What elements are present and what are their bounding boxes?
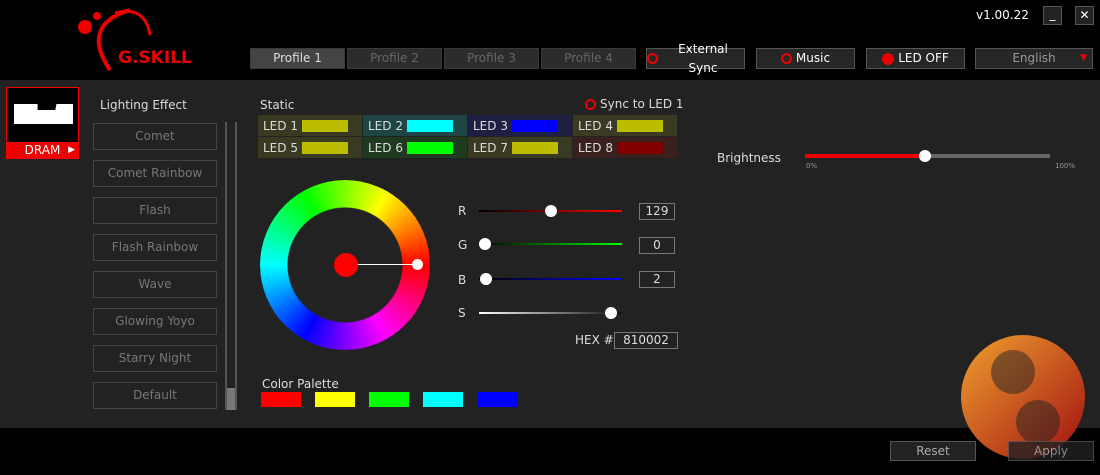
led-3-button[interactable]: LED 3 [468, 115, 572, 136]
effect-glowing-yoyo[interactable]: Glowing Yoyo [93, 308, 217, 335]
device-dram[interactable]: DRAM ▶ [6, 87, 79, 159]
external-sync-button[interactable]: External Sync [646, 42, 745, 75]
hex-input[interactable]: 810002 [614, 332, 678, 349]
s-label: S [458, 306, 466, 320]
led-8-button[interactable]: LED 8 [573, 137, 677, 158]
sync-to-led1-radio[interactable]: Sync to LED 1 [585, 97, 684, 111]
static-title: Static [260, 98, 295, 112]
radio-filled-icon [882, 52, 895, 65]
reset-button[interactable]: Reset [890, 441, 976, 461]
led-color-swatch [302, 119, 348, 132]
music-button[interactable]: Music [756, 48, 855, 69]
led-label: LED 1 [263, 118, 298, 133]
color-wheel-center [334, 253, 358, 277]
palette-swatch[interactable] [423, 392, 463, 407]
r-slider-handle[interactable] [545, 205, 557, 217]
chevron-down-icon: ▼ [1080, 53, 1087, 63]
hex-label: HEX # [575, 333, 614, 347]
effect-comet[interactable]: Comet [93, 123, 217, 150]
led-label: LED 7 [473, 140, 508, 155]
radio-icon [585, 98, 596, 110]
close-button[interactable]: ✕ [1075, 6, 1094, 25]
language-value: English [1012, 51, 1056, 65]
led-6-button[interactable]: LED 6 [363, 137, 467, 158]
led-color-swatch [302, 141, 348, 154]
s-slider[interactable] [479, 312, 622, 314]
palette-swatch[interactable] [261, 392, 301, 407]
led-color-swatch [617, 141, 663, 154]
led-label: LED 2 [368, 118, 403, 133]
brightness-label: Brightness [717, 151, 781, 165]
palette-swatch[interactable] [369, 392, 409, 407]
b-slider[interactable] [479, 278, 622, 280]
color-palette-title: Color Palette [262, 377, 339, 391]
brightness-slider-handle[interactable] [919, 150, 932, 162]
led-color-swatch [407, 141, 453, 154]
r-label: R [458, 204, 467, 218]
g-slider-handle[interactable] [479, 238, 491, 250]
b-value-input[interactable]: 2 [639, 271, 675, 288]
s-slider-handle[interactable] [604, 307, 617, 319]
led-5-button[interactable]: LED 5 [258, 137, 362, 158]
external-sync-label: External Sync [678, 41, 728, 75]
effect-default[interactable]: Default [93, 382, 217, 409]
led-color-swatch [512, 119, 558, 132]
led-label: LED 3 [473, 118, 508, 133]
led-7-button[interactable]: LED 7 [468, 137, 572, 158]
b-label: B [458, 273, 467, 287]
tab-profile-3[interactable]: Profile 3 [444, 48, 539, 69]
led-color-swatch [407, 119, 453, 132]
lighting-effect-title: Lighting Effect [100, 98, 187, 112]
led-2-button[interactable]: LED 2 [363, 115, 467, 136]
effect-wave[interactable]: Wave [93, 271, 217, 298]
led-label: LED 8 [578, 140, 613, 155]
tab-profile-4[interactable]: Profile 4 [541, 48, 636, 69]
led-color-swatch [512, 141, 558, 154]
radio-icon [780, 53, 792, 64]
led-off-button[interactable]: LED OFF [866, 48, 965, 69]
dram-icon [14, 104, 73, 124]
b-slider-handle[interactable] [480, 273, 492, 285]
effects-scrollbar[interactable] [225, 122, 237, 410]
g-slider[interactable] [479, 243, 622, 245]
effect-starry-night[interactable]: Starry Night [93, 345, 217, 372]
apply-button[interactable]: Apply [1008, 441, 1094, 461]
sync-label: Sync to LED 1 [600, 97, 684, 111]
gskill-logo: G.SKILL [70, 5, 215, 75]
r-value-input[interactable]: 129 [639, 203, 675, 220]
led-label: LED 5 [263, 140, 298, 155]
tab-profile-2[interactable]: Profile 2 [347, 48, 442, 69]
radio-icon [647, 53, 658, 64]
music-label: Music [795, 51, 831, 65]
device-label: DRAM [24, 143, 61, 157]
led-4-button[interactable]: LED 4 [573, 115, 677, 136]
g-value-input[interactable]: 0 [639, 237, 675, 254]
palette-swatch[interactable] [477, 392, 517, 407]
language-select[interactable]: English ▼ [975, 48, 1093, 69]
led-label: LED 4 [578, 118, 613, 133]
palette-swatch[interactable] [315, 392, 355, 407]
tab-profile-1[interactable]: Profile 1 [250, 48, 345, 69]
led-label: LED 6 [368, 140, 403, 155]
color-wheel-handle[interactable] [412, 259, 423, 270]
brightness-max: 100% [1055, 162, 1076, 170]
led-off-label: LED OFF [898, 51, 949, 65]
effect-comet-rainbow[interactable]: Comet Rainbow [93, 160, 217, 187]
g-label: G [458, 238, 468, 252]
version-label: v1.00.22 [976, 8, 1029, 22]
minimize-button[interactable]: _ [1043, 6, 1062, 25]
brightness-min: 0% [806, 162, 818, 170]
effect-flash[interactable]: Flash [93, 197, 217, 224]
svg-text:G.SKILL: G.SKILL [118, 48, 192, 68]
effect-flash-rainbow[interactable]: Flash Rainbow [93, 234, 217, 261]
scrollbar-thumb[interactable] [227, 388, 235, 410]
led-color-swatch [617, 119, 663, 132]
caret-right-icon: ▶ [68, 145, 75, 155]
led-1-button[interactable]: LED 1 [258, 115, 362, 136]
